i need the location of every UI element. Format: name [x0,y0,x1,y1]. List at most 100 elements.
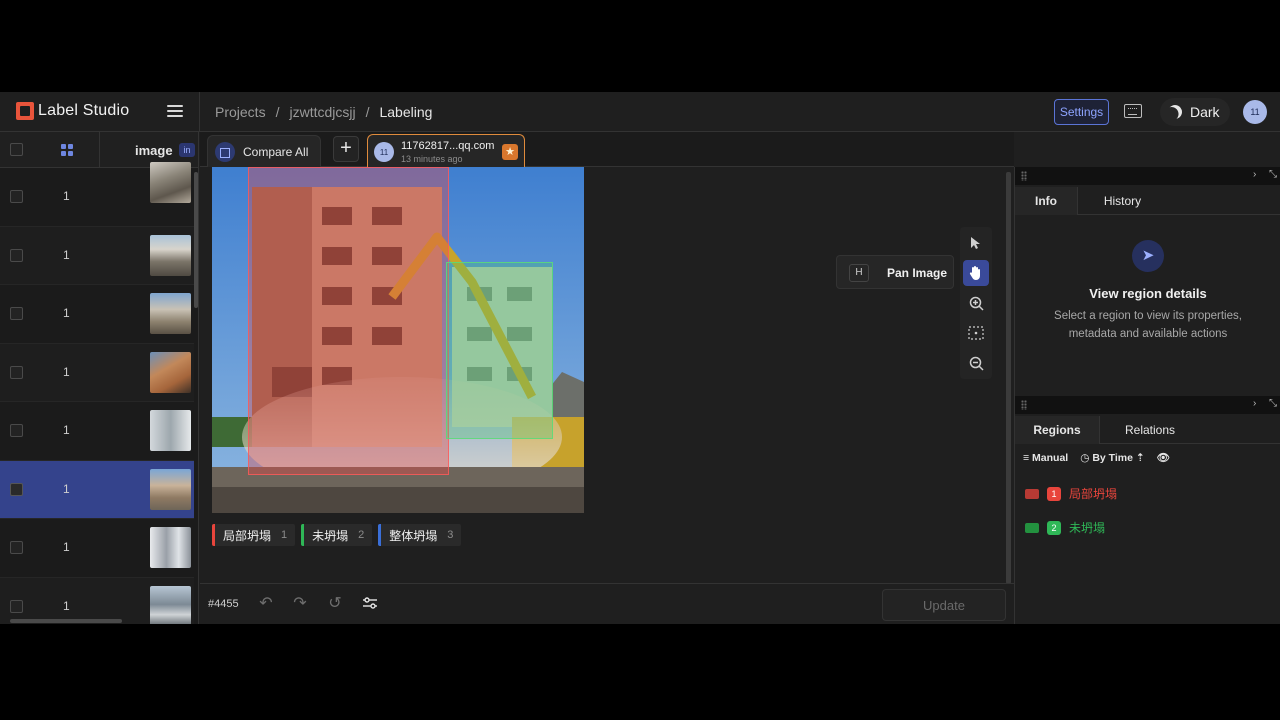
region-bbox-2[interactable] [446,262,553,439]
row-checkbox[interactable] [10,248,23,262]
menu-icon[interactable] [167,105,183,117]
annotator-name: 11762817...qq.com [401,140,495,152]
task-row[interactable]: 1 [0,577,194,624]
drag-grip-icon[interactable] [1021,171,1027,181]
app-logo[interactable]: Label Studio [16,102,129,120]
breadcrumb-projects[interactable]: Projects [215,104,266,120]
label-button-3[interactable]: 整体坍塌 3 [378,524,462,546]
region-color-swatch [1025,522,1039,533]
column-header-image[interactable]: image [135,143,173,158]
annotation-bottom-bar: #4455 ↶ ↷ ↺ Update [200,583,1014,624]
breadcrumb: Projects / jzwttcdjcsjj / Labeling [215,104,432,120]
compare-icon [215,141,235,162]
add-annotation-button[interactable]: + [333,136,359,162]
pan-hand-icon[interactable] [963,260,989,286]
grid-icon[interactable] [61,144,73,156]
task-image[interactable] [212,167,584,513]
annotator-avatar: 11 [374,142,394,162]
row-value: 1 [63,189,70,203]
label-hotkey: 2 [358,529,365,541]
row-checkbox[interactable] [10,190,23,203]
undo-icon[interactable]: ↶ [257,595,275,613]
panel-drag-handle[interactable]: › ⤡ [1015,167,1280,185]
row-value: 1 [63,598,70,613]
divider [199,92,200,132]
tab-info[interactable]: Info [1015,187,1078,215]
label-button-2[interactable]: 未坍塌 2 [301,524,373,546]
task-thumbnail [150,162,191,203]
collapse-panel-icon[interactable]: ⤡ [1269,398,1277,409]
update-button[interactable]: Update [882,589,1006,621]
tab-relations[interactable]: Relations [1110,416,1190,444]
task-row[interactable]: 1 [0,519,194,578]
zoom-in-icon[interactable] [963,290,989,316]
tab-regions[interactable]: Regions [1015,416,1100,444]
row-value: 1 [63,364,70,379]
row-checkbox[interactable] [10,599,23,613]
task-thumbnail [150,468,191,510]
details-side-panel: › ⤡ Info History ➤ View region details S… [1014,167,1280,624]
task-list-rows: 1 1 1 1 1 1 1 1 [0,162,194,624]
visibility-eye-icon[interactable]: 👁 [1157,451,1170,464]
user-avatar[interactable]: 11 [1243,100,1267,124]
column-type-badge: in [179,143,195,157]
select-all-checkbox[interactable] [10,143,23,156]
region-index-badge: 2 [1047,520,1061,535]
theme-toggle-button[interactable]: Dark [1160,98,1230,126]
expand-panel-icon[interactable]: › [1253,398,1256,409]
sort-manual-label: Manual [1032,451,1069,464]
star-icon[interactable]: ★ [502,144,518,160]
task-row[interactable]: 1 [0,162,194,227]
horizontal-scrollbar[interactable] [10,619,122,623]
panel-drag-handle[interactable]: › ⤡ [1015,396,1280,414]
info-empty-description: Select a region to view its properties, … [1054,310,1242,340]
task-row-selected[interactable]: 1 [0,460,194,519]
redo-icon[interactable]: ↷ [291,595,309,613]
settings-button[interactable]: Settings [1054,99,1109,125]
row-checkbox[interactable] [10,541,23,554]
info-tabs: Info History [1015,187,1280,215]
tooltip-text: Pan Image [887,266,948,280]
task-row[interactable]: 1 [0,226,194,285]
sort-by-time-button[interactable]: ◷ By Time ⇡ [1080,452,1144,464]
keyboard-shortcuts-icon[interactable] [1124,104,1142,118]
row-value: 1 [63,306,70,320]
compare-all-tab[interactable]: Compare All [207,135,321,167]
region-label: 局部坍塌 [1069,487,1118,501]
row-checkbox[interactable] [10,365,23,379]
task-row[interactable]: 1 [0,402,194,461]
labeling-canvas[interactable]: 局部坍塌 1 未坍塌 2 整体坍塌 3 H Pan Image [200,167,1014,584]
tab-history[interactable]: History [1090,187,1155,215]
row-value: 1 [63,481,70,496]
zoom-out-icon[interactable] [963,350,989,376]
canvas-scrollbar[interactable] [1006,172,1011,584]
breadcrumb-project[interactable]: jzwttcdjcsjj [289,104,355,120]
label-name: 未坍塌 [312,528,349,543]
collapse-panel-icon[interactable]: ⤡ [1269,169,1277,180]
select-cursor-icon[interactable] [963,230,989,256]
reset-icon[interactable]: ↺ [326,595,344,613]
image-tools-toolbar [960,227,992,379]
moon-icon [1165,102,1184,121]
task-row[interactable]: 1 [0,343,194,402]
region-list-item-2[interactable]: 2 未坍塌 [1025,519,1105,536]
drag-grip-icon[interactable] [1021,400,1027,410]
row-value: 1 [63,247,70,262]
task-thumbnail [150,527,191,568]
row-checkbox[interactable] [10,424,23,437]
region-list-item-1[interactable]: 1 局部坍塌 [1025,485,1117,502]
sort-manual-button[interactable]: ≡ Manual [1023,452,1068,464]
task-row[interactable]: 1 [0,285,194,344]
label-button-1[interactable]: 局部坍塌 1 [212,524,296,546]
region-bbox-1[interactable] [248,167,449,475]
fit-to-screen-icon[interactable] [963,320,989,346]
row-checkbox[interactable] [10,307,23,320]
settings-sliders-icon[interactable] [361,595,379,613]
divider [99,132,100,168]
annotation-tab-active[interactable]: 11 11762817...qq.com 13 minutes ago ★ [367,134,525,167]
row-value: 1 [63,540,70,554]
expand-panel-icon[interactable]: › [1253,169,1256,180]
row-checkbox[interactable] [10,482,23,496]
app-name: Label Studio [38,102,130,119]
vertical-scrollbar[interactable] [194,172,198,308]
